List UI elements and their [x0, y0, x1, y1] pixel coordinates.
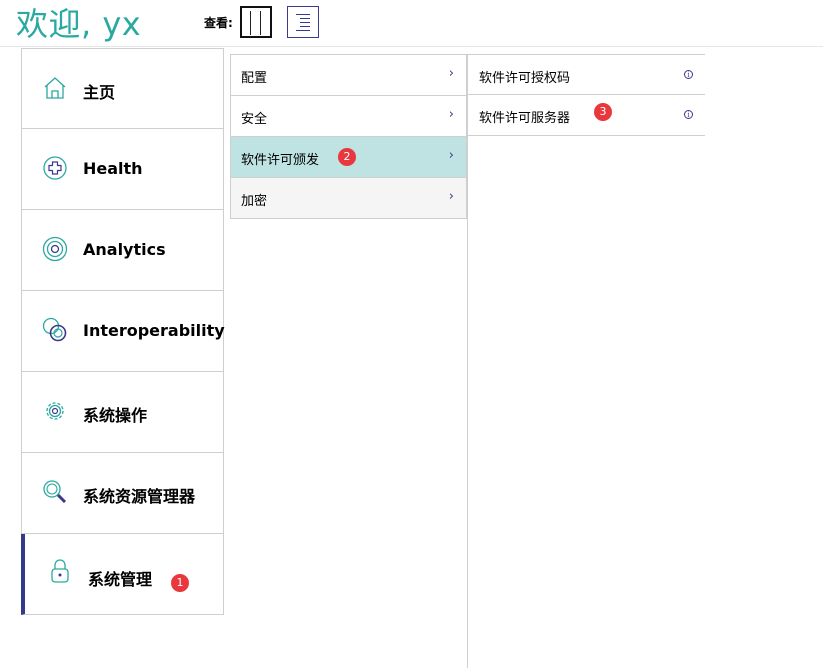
chevron-right-icon: ›: [448, 189, 454, 204]
submenu-item-licensing[interactable]: 软件许可颁发 2 ›: [230, 137, 467, 178]
menu-item-label: Health: [83, 159, 143, 178]
submenu-item-license-key[interactable]: 软件许可授权码 i: [468, 54, 705, 95]
menu-item-label: Interoperability: [83, 321, 225, 340]
submenu-item-label: 配置: [241, 71, 268, 86]
top-header: 欢迎, yx 查看:: [0, 0, 823, 47]
submenu-item-label: 软件许可授权码: [479, 71, 571, 86]
submenu-item-label: 软件许可颁发: [241, 153, 320, 168]
menu-item-label: 主页: [83, 83, 116, 102]
menu-item-system-admin[interactable]: 系统管理 1: [21, 534, 224, 615]
submenu-item-label: 安全: [241, 112, 268, 127]
health-plus-icon: [43, 156, 67, 180]
column-divider: [467, 54, 468, 668]
menu-item-home[interactable]: 主页: [21, 48, 224, 129]
step-badge-3: 3: [594, 103, 612, 121]
step-badge-1: 1: [171, 574, 189, 592]
submenu-level2: 配置 › 安全 › 软件许可颁发 2 › 加密 ›: [230, 54, 467, 219]
column-view-icon[interactable]: [240, 6, 272, 38]
menu-item-system-explorer[interactable]: 系统资源管理器: [21, 453, 224, 534]
submenu-item-label: 加密: [241, 194, 268, 209]
menu-item-label: 系统管理: [88, 570, 153, 589]
main-menu: 主页 Health Analytics Interoperability 系统操…: [21, 48, 225, 615]
submenu-item-config[interactable]: 配置 ›: [230, 54, 467, 96]
menu-item-interoperability[interactable]: Interoperability: [21, 291, 225, 372]
step-badge-2: 2: [338, 148, 356, 166]
submenu-item-security[interactable]: 安全 ›: [230, 96, 467, 137]
submenu-item-encryption[interactable]: 加密 ›: [230, 178, 467, 219]
info-icon[interactable]: i: [684, 110, 693, 119]
welcome-title: 欢迎, yx: [16, 5, 142, 43]
interoperability-rings-icon: [42, 317, 67, 342]
chevron-right-icon: ›: [448, 148, 454, 163]
info-icon[interactable]: i: [684, 70, 693, 79]
menu-item-label: Analytics: [83, 240, 166, 259]
lock-icon: [51, 559, 69, 583]
submenu-item-label: 软件许可服务器: [479, 111, 571, 126]
menu-item-system-operation[interactable]: 系统操作: [21, 372, 224, 453]
menu-item-health[interactable]: Health: [21, 129, 224, 210]
menu-item-label: 系统操作: [83, 406, 148, 425]
submenu-level3: 软件许可授权码 i 软件许可服务器 3 i: [468, 54, 705, 136]
gear-icon: [46, 402, 64, 420]
menu-item-analytics[interactable]: Analytics: [21, 210, 224, 291]
list-view-icon[interactable]: [287, 6, 319, 38]
menu-item-label: 系统资源管理器: [83, 487, 196, 506]
magnifier-icon: [43, 480, 67, 504]
home-icon: [44, 77, 66, 99]
analytics-target-icon: [42, 236, 68, 262]
view-label: 查看:: [204, 16, 233, 30]
submenu-item-license-server[interactable]: 软件许可服务器 3 i: [468, 95, 705, 136]
chevron-right-icon: ›: [448, 107, 454, 122]
chevron-right-icon: ›: [448, 66, 454, 81]
